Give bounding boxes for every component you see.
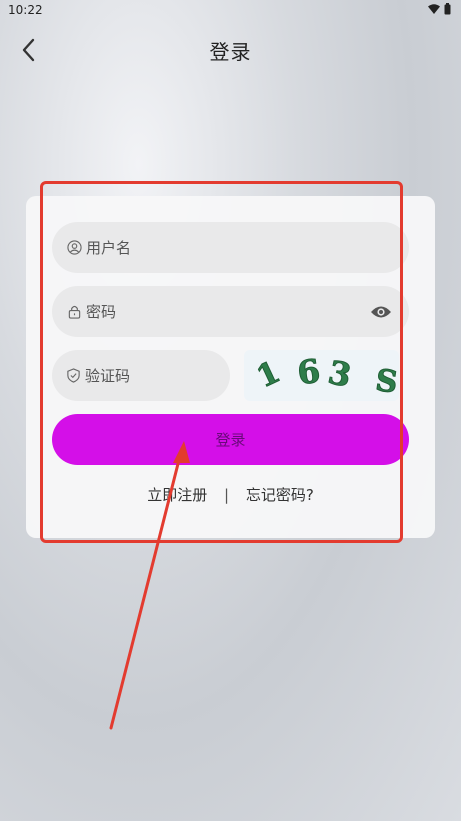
shield-icon — [66, 368, 81, 384]
captcha-char: 6 — [295, 352, 322, 393]
wifi-icon — [428, 4, 440, 14]
register-link[interactable]: 立即注册 — [147, 484, 207, 505]
password-field[interactable] — [52, 286, 409, 337]
lock-icon — [66, 304, 82, 320]
password-input[interactable] — [86, 302, 369, 321]
captcha-char: 1 — [252, 355, 286, 396]
status-bar: 10:22 — [0, 0, 461, 22]
captcha-char: 3 — [325, 353, 355, 395]
username-field[interactable] — [52, 222, 409, 273]
captcha-field[interactable] — [52, 350, 279, 401]
link-separator: | — [223, 486, 230, 504]
captcha-image[interactable]: 1 6 3 S — [244, 350, 399, 401]
user-icon — [66, 240, 82, 256]
username-input[interactable] — [86, 238, 409, 257]
status-time: 10:22 — [8, 3, 43, 17]
captcha-char: S — [373, 363, 399, 401]
page-title: 登录 — [209, 40, 252, 64]
login-button[interactable]: 登录 — [52, 414, 409, 465]
top-bar: 登录 — [0, 28, 461, 72]
status-icons — [428, 3, 451, 15]
auth-links: 立即注册 | 忘记密码? — [26, 484, 435, 505]
forgot-password-link[interactable]: 忘记密码? — [246, 484, 314, 505]
battery-icon — [444, 3, 451, 15]
eye-icon[interactable] — [369, 302, 393, 322]
